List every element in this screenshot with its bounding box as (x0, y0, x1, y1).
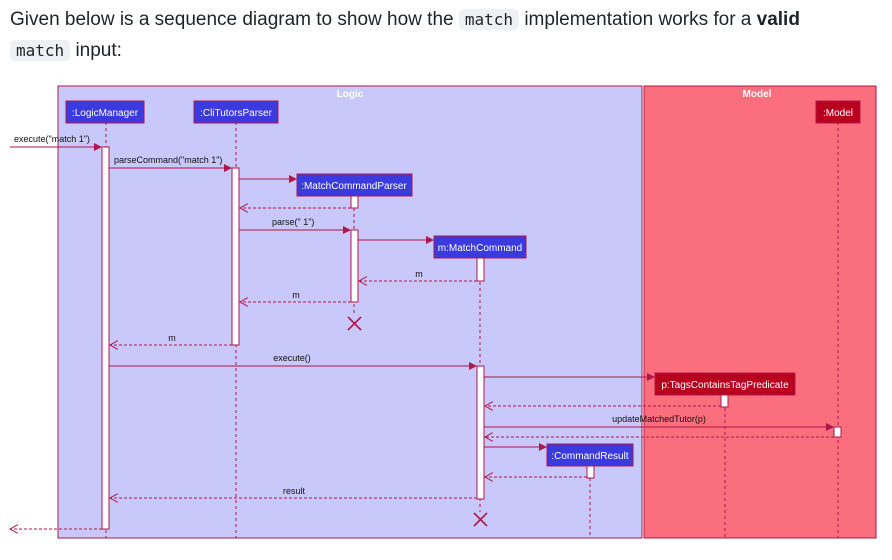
sequence-diagram: Logic Model :LogicManager :CliTutorsPars… (0, 85, 877, 539)
activation-match-parser-parse (350, 229, 359, 303)
model-section-title: Model (743, 89, 772, 100)
participant-parser: :CliTutorsParser (200, 108, 273, 119)
activation-match-command-create (476, 257, 485, 282)
participant-command-result: :CommandResult (551, 451, 628, 462)
label-return-m1: m (415, 269, 423, 279)
label-update-matched: updateMatchedTutor(p) (612, 414, 706, 424)
participant-match-parser: :MatchCommandParser (301, 181, 407, 192)
logic-section (57, 85, 643, 539)
label-execute: execute() (273, 353, 311, 363)
activation-predicate (720, 394, 729, 408)
activation-command-result (586, 465, 595, 479)
activation-model (833, 426, 842, 438)
label-result: result (283, 486, 306, 496)
participant-model: :Model (823, 108, 853, 119)
activation-logic-manager (101, 146, 110, 530)
activation-parser (231, 167, 240, 346)
label-execute-input: execute("match 1") (14, 134, 90, 144)
label-return-m3: m (168, 333, 176, 343)
label-parse-command: parseCommand("match 1") (114, 155, 222, 165)
label-parse: parse(" 1") (272, 217, 314, 227)
activation-match-command-execute (476, 365, 485, 500)
participant-match-command: m:MatchCommand (438, 243, 522, 254)
model-section (643, 85, 877, 539)
logic-section-title: Logic (337, 89, 364, 100)
label-return-m2: m (292, 290, 300, 300)
activation-match-parser-create (350, 195, 359, 209)
participant-predicate: p:TagsContainsTagPredicate (661, 380, 789, 391)
participant-logic-manager: :LogicManager (72, 108, 139, 119)
